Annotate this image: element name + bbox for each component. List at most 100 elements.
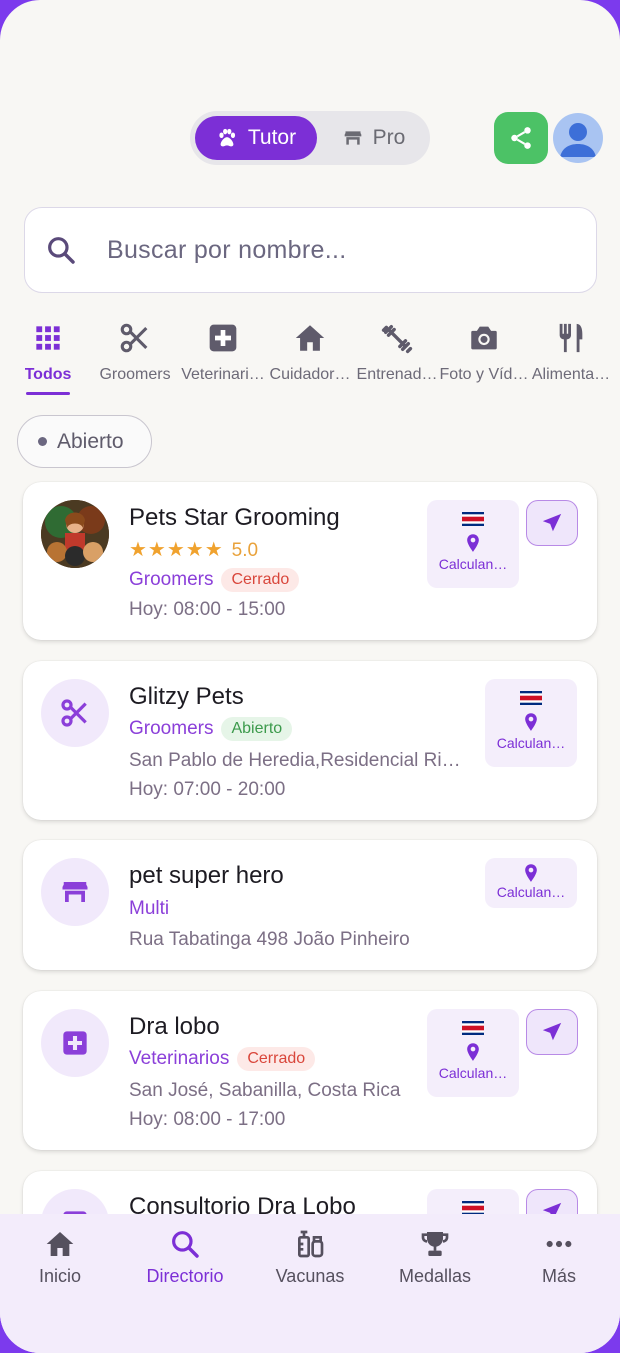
category-row: Veterinarios Cerrado xyxy=(129,1047,316,1071)
tutor-toggle-button[interactable]: Tutor xyxy=(195,116,317,160)
distance-text: Calculan… xyxy=(496,735,566,751)
location-pin-icon xyxy=(525,864,537,882)
category-row: Multi xyxy=(129,898,169,920)
listing-card[interactable]: Glitzy Pets Groomers Abierto San Pablo de… xyxy=(23,661,597,820)
store-icon xyxy=(62,882,88,902)
user-icon xyxy=(560,123,596,157)
nav-item-inicio[interactable]: Inicio xyxy=(5,1228,115,1287)
category-label: Veterinari… xyxy=(181,366,265,383)
category-tab-alimentacion[interactable]: Alimenta… xyxy=(526,318,616,400)
business-thumb xyxy=(41,1009,109,1077)
pro-toggle-button[interactable]: Pro xyxy=(324,116,424,160)
nav-label: Más xyxy=(541,1266,576,1286)
distance-box: Calculan… xyxy=(427,500,519,588)
status-badge: Cerrado xyxy=(221,568,300,592)
profile-avatar[interactable] xyxy=(553,113,603,163)
nav-label: Vacunas xyxy=(275,1266,345,1286)
category-tab-groomers[interactable]: Groomers xyxy=(90,318,180,400)
category-label: Foto y Víd… xyxy=(439,366,529,383)
category-tab-cuidadores[interactable]: Cuidador… xyxy=(265,318,355,400)
pro-label: Pro xyxy=(372,126,406,149)
costa-rica-flag-icon xyxy=(462,1201,484,1215)
bottom-navigation: Inicio Directorio Vacunas Medallas Más xyxy=(0,1214,620,1353)
business-thumb xyxy=(41,858,109,926)
category-label: Todos xyxy=(24,366,72,383)
costa-rica-flag-icon xyxy=(462,1021,484,1035)
nav-item-medallas[interactable]: Medallas xyxy=(380,1228,490,1287)
distance-text: Calculan… xyxy=(438,1065,508,1081)
search-icon xyxy=(48,237,75,264)
category-tab-veterinarios[interactable]: Veterinari… xyxy=(178,318,268,400)
navigation-arrow-icon xyxy=(542,1022,562,1041)
paw-icon xyxy=(219,128,235,147)
business-name: pet super hero xyxy=(129,862,284,889)
location-pin-icon xyxy=(467,534,479,552)
listing-card[interactable]: pet super hero Multi Rua Tabatinga 498 J… xyxy=(23,840,597,970)
category-tab-todos[interactable]: Todos xyxy=(3,318,93,400)
filter-chip-abierto[interactable]: Abierto xyxy=(17,415,152,468)
house-icon xyxy=(295,325,325,351)
navigate-button[interactable] xyxy=(526,500,578,546)
business-name: Dra lobo xyxy=(129,1013,220,1040)
category-label: Entrenad… xyxy=(356,366,438,383)
status-dot xyxy=(38,437,47,446)
business-category: Multi xyxy=(129,898,170,919)
distance-text: Calculan… xyxy=(438,556,508,572)
rating-value: 5.0 xyxy=(231,540,259,561)
rating-row: ★★★★★ 5.0 xyxy=(129,537,258,562)
category-tab-entrenadores[interactable]: Entrenad… xyxy=(352,318,442,400)
business-address: San José, Sabanilla, Costa Rica xyxy=(129,1080,401,1101)
category-label: Groomers xyxy=(99,366,171,383)
star-rating: ★★★★★ xyxy=(129,539,224,561)
business-thumb xyxy=(41,679,109,747)
costa-rica-flag-icon xyxy=(520,691,542,705)
filter-chip-label: Abierto xyxy=(57,429,124,453)
business-address: San Pablo de Heredia,Residencial Ri… xyxy=(129,750,461,771)
navigate-button[interactable] xyxy=(526,1009,578,1055)
status-badge: Abierto xyxy=(221,717,293,741)
business-photo xyxy=(41,500,109,568)
app-screen: Tutor Pro Buscar por nombre... Todos Gro… xyxy=(0,0,620,1353)
scissors-icon xyxy=(120,323,148,353)
category-label: Alimenta… xyxy=(531,366,611,383)
nav-label: Inicio xyxy=(38,1266,82,1286)
nav-label: Directorio xyxy=(146,1266,224,1286)
search-input[interactable] xyxy=(107,235,567,265)
store-icon xyxy=(344,131,361,145)
category-row: Groomers Cerrado xyxy=(129,568,300,592)
nav-item-vacunas[interactable]: Vacunas xyxy=(255,1228,365,1287)
nav-item-mas[interactable]: Más xyxy=(504,1228,614,1287)
search-bar xyxy=(24,207,597,293)
nav-item-directorio[interactable]: Directorio xyxy=(130,1228,240,1287)
vaccine-icon xyxy=(298,1230,324,1258)
listing-card[interactable]: Dra lobo Veterinarios Cerrado San José, S… xyxy=(23,991,597,1150)
business-hours: Hoy: 08:00 - 17:00 xyxy=(129,1109,286,1130)
medical-cross-icon xyxy=(209,324,237,352)
costa-rica-flag-icon xyxy=(462,512,484,526)
distance-box: Calculan… xyxy=(485,679,577,767)
listing-card[interactable]: Pets Star Grooming ★★★★★ 5.0 Groomers Cerr… xyxy=(23,482,597,640)
dumbbell-icon xyxy=(381,324,413,354)
category-row: Groomers Abierto xyxy=(129,717,293,741)
location-pin-icon xyxy=(525,713,537,731)
category-tabs: Todos Groomers Veterinari… Cuidador… Ent… xyxy=(0,318,620,400)
business-name: Pets Star Grooming xyxy=(129,504,340,531)
medical-cross-icon xyxy=(63,1031,87,1055)
category-tab-foto-video[interactable]: Foto y Víd… xyxy=(439,318,529,400)
distance-box: Calculan… xyxy=(427,1009,519,1097)
tutor-label: Tutor xyxy=(247,126,297,149)
trophy-icon xyxy=(421,1232,449,1256)
business-hours: Hoy: 08:00 - 15:00 xyxy=(129,599,286,620)
status-badge: Cerrado xyxy=(237,1047,316,1071)
groomer-photo-image xyxy=(41,500,109,568)
fork-knife-icon xyxy=(559,323,583,353)
camera-icon xyxy=(471,326,497,350)
role-toggle: Tutor Pro xyxy=(190,111,430,165)
grid-icon xyxy=(36,326,60,350)
scissors-icon xyxy=(61,699,87,727)
share-button[interactable] xyxy=(494,112,548,164)
nav-label: Medallas xyxy=(398,1266,472,1286)
more-icon xyxy=(546,1240,572,1248)
search-icon xyxy=(172,1231,199,1258)
business-category: Groomers xyxy=(129,569,214,591)
